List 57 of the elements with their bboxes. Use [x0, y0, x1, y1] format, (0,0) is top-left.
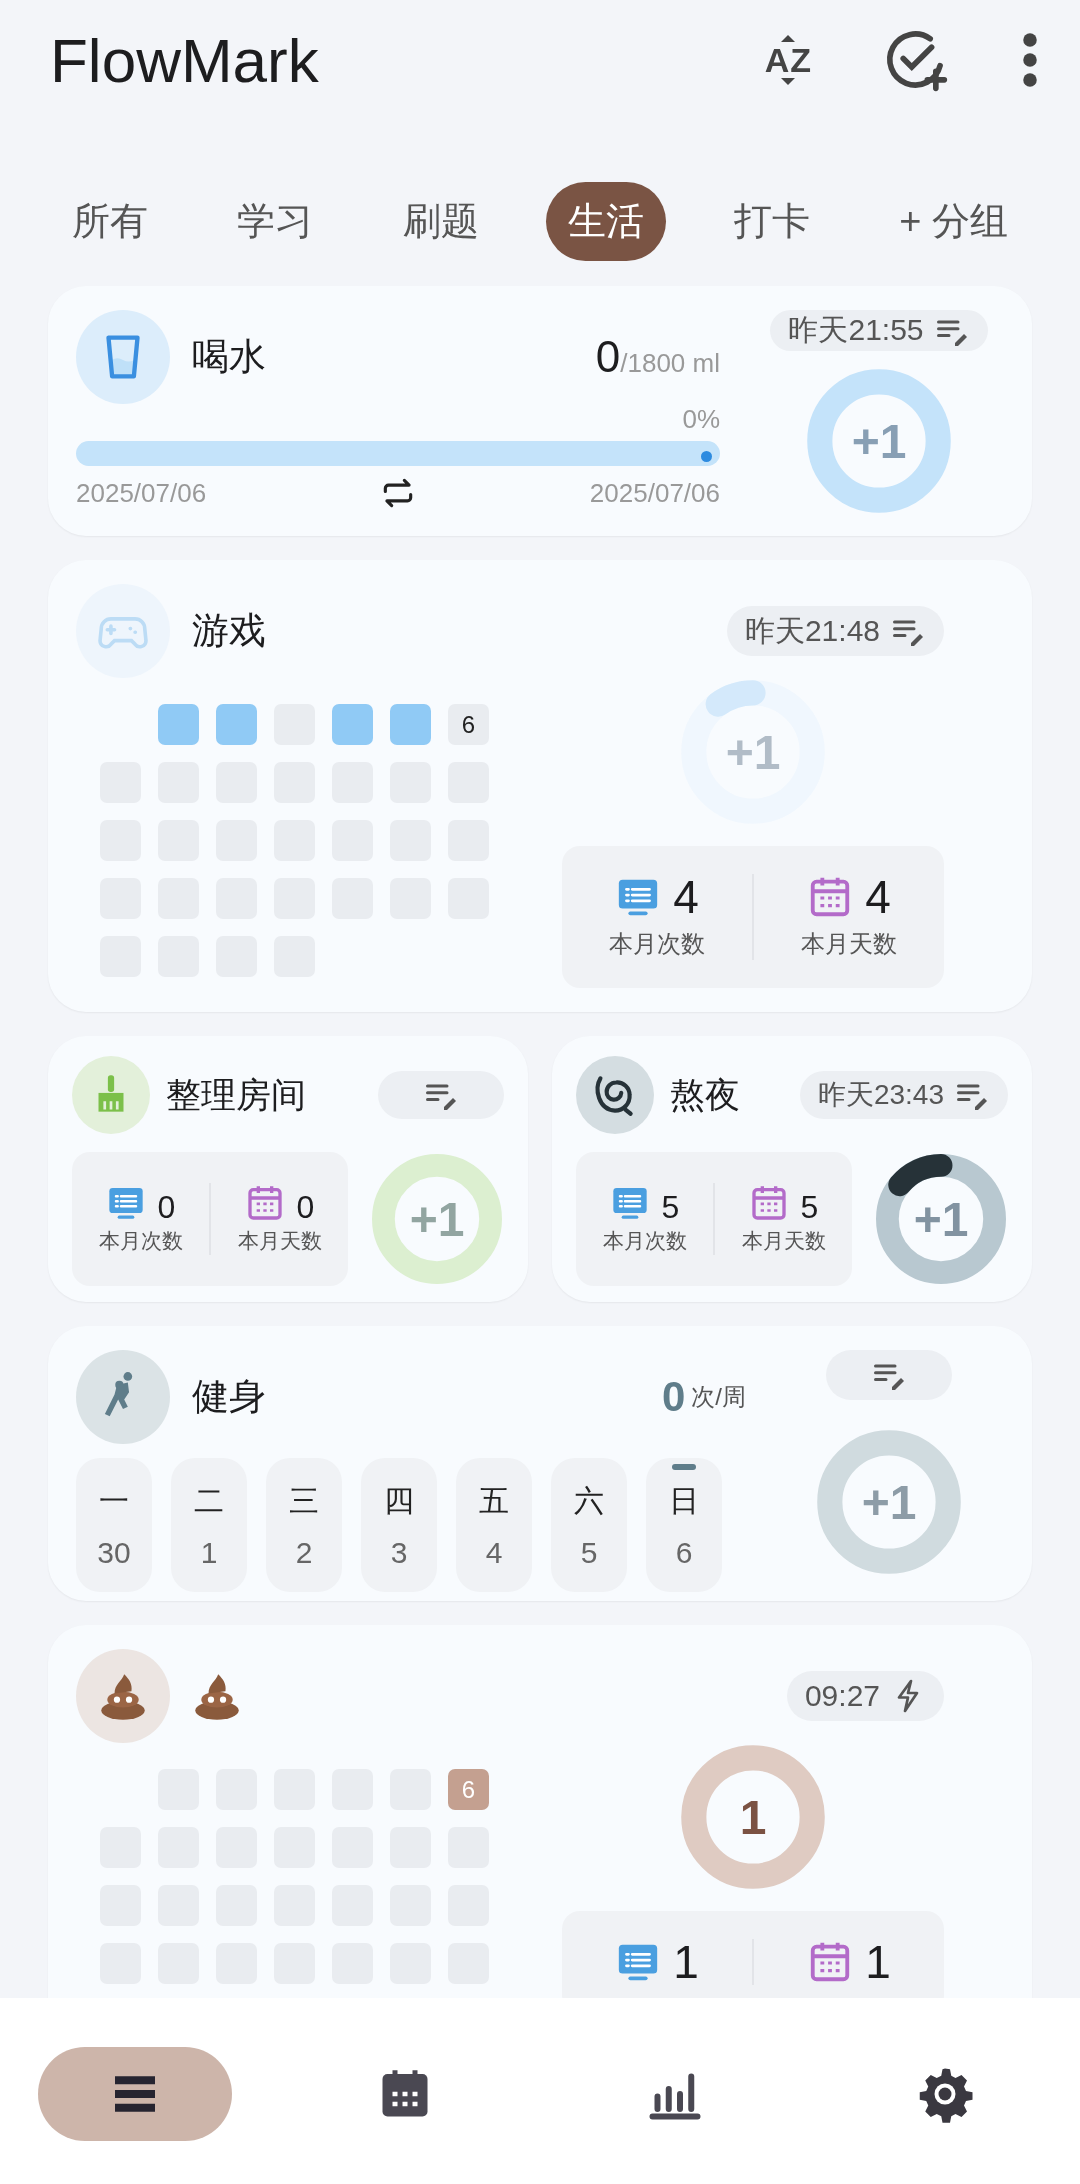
weekday-chip[interactable]: 三 2: [266, 1458, 342, 1592]
percent-label: 0%: [682, 404, 720, 435]
weekday-chip[interactable]: 四 3: [361, 1458, 437, 1592]
stat-label: 本月次数: [602, 1228, 687, 1254]
sort-button[interactable]: AZ: [764, 25, 812, 95]
stat-value: 4: [673, 874, 699, 920]
weekly-unit: 次/周: [691, 1382, 746, 1412]
stat-value: 0: [296, 1191, 315, 1223]
start-date: 2025/07/06: [76, 477, 207, 509]
stat-value: 0: [157, 1191, 176, 1223]
history-chip[interactable]: 昨天21:48: [726, 606, 944, 656]
stat-value: 5: [661, 1191, 680, 1223]
habit-title: 熬夜: [670, 1073, 740, 1116]
group-tab[interactable]: 所有: [50, 181, 170, 261]
ring-label: +1: [851, 413, 907, 469]
stat-label: 本月天数: [801, 929, 897, 959]
weekday-chip[interactable]: 一 30: [76, 1458, 152, 1592]
weekly-count: 0: [661, 1373, 686, 1421]
weekday-chip[interactable]: 日 6: [646, 1458, 722, 1592]
day-cell: 6: [448, 1769, 489, 1810]
group-tab[interactable]: + 分组: [877, 181, 1030, 261]
stat-label: 本月次数: [98, 1228, 183, 1254]
habit-title: 整理房间: [166, 1073, 306, 1116]
stat-value: 1: [865, 1939, 891, 1985]
increment-button[interactable]: 1: [679, 1743, 827, 1891]
ring-label: +1: [861, 1474, 917, 1530]
weekday-chip[interactable]: 二 1: [171, 1458, 247, 1592]
app-title: FlowMark: [50, 24, 320, 96]
group-tab[interactable]: 打卡: [711, 181, 832, 261]
sort-label: AZ: [764, 43, 812, 77]
habit-title: 游戏: [192, 609, 266, 653]
amount-goal: /1800 ml: [620, 348, 720, 379]
history-chip[interactable]: [378, 1071, 504, 1119]
amount-value: 0: [595, 332, 621, 382]
habit-title: 喝水: [192, 335, 266, 379]
history-chip[interactable]: 09:27: [786, 1671, 944, 1721]
weekday-chip[interactable]: 五 4: [456, 1458, 532, 1592]
ring-label: +1: [409, 1191, 465, 1247]
group-tab[interactable]: 生活: [546, 181, 667, 261]
history-chip[interactable]: 昨天21:55: [770, 310, 988, 351]
group-tab[interactable]: 学习: [215, 181, 336, 261]
end-date: 2025/07/06: [589, 477, 720, 509]
ring-label: 1: [739, 1789, 767, 1845]
stat-label: 本月次数: [609, 929, 705, 959]
ring-label: +1: [725, 724, 781, 780]
stat-value: 1: [673, 1939, 699, 1985]
day-cell: 6: [448, 704, 489, 745]
group-tab[interactable]: 刷题: [380, 181, 501, 261]
stat-label: 本月天数: [741, 1228, 826, 1254]
history-chip[interactable]: 昨天23:43: [799, 1071, 1008, 1119]
stat-value: 5: [800, 1191, 819, 1223]
weekday-chip[interactable]: 六 5: [551, 1458, 627, 1592]
history-chip[interactable]: [826, 1350, 952, 1400]
stat-label: 本月天数: [237, 1228, 322, 1254]
stat-value: 4: [865, 874, 891, 920]
habit-title: 健身: [192, 1375, 266, 1419]
ring-label: +1: [913, 1191, 969, 1247]
